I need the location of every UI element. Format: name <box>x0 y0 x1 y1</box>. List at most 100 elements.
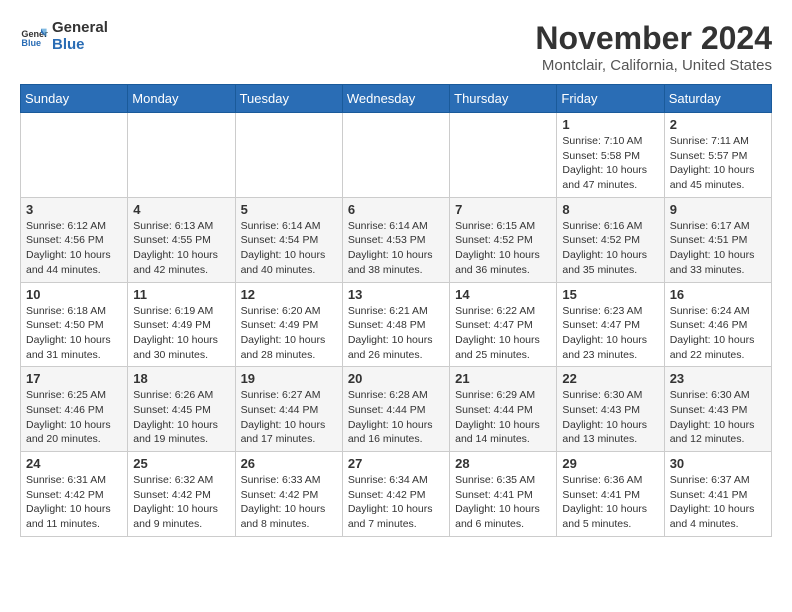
day-number: 16 <box>670 287 766 302</box>
weekday-header-wednesday: Wednesday <box>342 85 449 113</box>
calendar-cell: 2 Sunrise: 7:11 AMSunset: 5:57 PMDaylight… <box>664 113 771 198</box>
day-number: 3 <box>26 202 122 217</box>
day-number: 19 <box>241 371 337 386</box>
day-info: Sunrise: 6:23 AMSunset: 4:47 PMDaylight:… <box>562 304 658 363</box>
day-number: 28 <box>455 456 551 471</box>
day-info: Sunrise: 6:30 AMSunset: 4:43 PMDaylight:… <box>562 388 658 447</box>
weekday-header-row: SundayMondayTuesdayWednesdayThursdayFrid… <box>21 85 772 113</box>
calendar-cell: 14Sunrise: 6:22 AMSunset: 4:47 PMDayligh… <box>450 282 557 367</box>
day-info: Sunrise: 6:33 AMSunset: 4:42 PMDaylight:… <box>241 473 337 532</box>
calendar-cell: 12 Sunrise: 6:20 AMSunset: 4:49 PMDayligh… <box>235 282 342 367</box>
day-number: 26 <box>241 456 337 471</box>
day-number: 5 <box>241 202 337 217</box>
day-info: Sunrise: 6:29 AMSunset: 4:44 PMDaylight:… <box>455 388 551 447</box>
calendar-cell: 11 Sunrise: 6:19 AMSunset: 4:49 PMDayligh… <box>128 282 235 367</box>
day-number: 22 <box>562 371 658 386</box>
day-number: 6 <box>348 202 444 217</box>
day-number: 23 <box>670 371 766 386</box>
week-row-5: 24 Sunrise: 6:31 AMSunset: 4:42 PMDayligh… <box>21 452 772 537</box>
day-number: 12 <box>241 287 337 302</box>
calendar-cell <box>342 113 449 198</box>
calendar-cell: 26 Sunrise: 6:33 AMSunset: 4:42 PMDayligh… <box>235 452 342 537</box>
day-number: 9 <box>670 202 766 217</box>
day-number: 7 <box>455 202 551 217</box>
week-row-2: 3 Sunrise: 6:12 AMSunset: 4:56 PMDaylight… <box>21 197 772 282</box>
calendar-cell <box>235 113 342 198</box>
calendar-cell: 9 Sunrise: 6:17 AMSunset: 4:51 PMDaylight… <box>664 197 771 282</box>
day-info: Sunrise: 6:21 AMSunset: 4:48 PMDaylight:… <box>348 304 444 363</box>
weekday-header-friday: Friday <box>557 85 664 113</box>
day-number: 27 <box>348 456 444 471</box>
day-number: 24 <box>26 456 122 471</box>
day-info: Sunrise: 6:30 AMSunset: 4:43 PMDaylight:… <box>670 388 766 447</box>
calendar-cell: 22 Sunrise: 6:30 AMSunset: 4:43 PMDayligh… <box>557 367 664 452</box>
day-info: Sunrise: 7:10 AMSunset: 5:58 PMDaylight:… <box>562 134 658 193</box>
day-number: 14 <box>455 287 551 302</box>
calendar-cell: 18 Sunrise: 6:26 AMSunset: 4:45 PMDayligh… <box>128 367 235 452</box>
calendar-cell <box>128 113 235 198</box>
calendar-cell: 15Sunrise: 6:23 AMSunset: 4:47 PMDayligh… <box>557 282 664 367</box>
day-number: 8 <box>562 202 658 217</box>
calendar-cell: 6Sunrise: 6:14 AMSunset: 4:53 PMDaylight… <box>342 197 449 282</box>
day-number: 11 <box>133 287 229 302</box>
week-row-1: 1 Sunrise: 7:10 AMSunset: 5:58 PMDaylight… <box>21 113 772 198</box>
weekday-header-sunday: Sunday <box>21 85 128 113</box>
logo-text: General Blue <box>52 20 108 53</box>
day-info: Sunrise: 6:26 AMSunset: 4:45 PMDaylight:… <box>133 388 229 447</box>
day-info: Sunrise: 6:35 AMSunset: 4:41 PMDaylight:… <box>455 473 551 532</box>
day-info: Sunrise: 6:12 AMSunset: 4:56 PMDaylight:… <box>26 219 122 278</box>
day-info: Sunrise: 6:18 AMSunset: 4:50 PMDaylight:… <box>26 304 122 363</box>
weekday-header-saturday: Saturday <box>664 85 771 113</box>
day-info: Sunrise: 6:15 AMSunset: 4:52 PMDaylight:… <box>455 219 551 278</box>
day-number: 4 <box>133 202 229 217</box>
calendar-cell: 10 Sunrise: 6:18 AMSunset: 4:50 PMDayligh… <box>21 282 128 367</box>
day-info: Sunrise: 6:24 AMSunset: 4:46 PMDaylight:… <box>670 304 766 363</box>
day-number: 10 <box>26 287 122 302</box>
calendar-cell: 7 Sunrise: 6:15 AMSunset: 4:52 PMDaylight… <box>450 197 557 282</box>
day-number: 30 <box>670 456 766 471</box>
calendar-cell: 27Sunrise: 6:34 AMSunset: 4:42 PMDayligh… <box>342 452 449 537</box>
calendar-table: SundayMondayTuesdayWednesdayThursdayFrid… <box>20 84 772 537</box>
day-info: Sunrise: 7:11 AMSunset: 5:57 PMDaylight:… <box>670 134 766 193</box>
svg-text:Blue: Blue <box>21 38 41 48</box>
day-info: Sunrise: 6:31 AMSunset: 4:42 PMDaylight:… <box>26 473 122 532</box>
header: General Blue General Blue November 2024 … <box>20 20 772 74</box>
day-info: Sunrise: 6:37 AMSunset: 4:41 PMDaylight:… <box>670 473 766 532</box>
calendar-cell: 4 Sunrise: 6:13 AMSunset: 4:55 PMDaylight… <box>128 197 235 282</box>
calendar-cell <box>21 113 128 198</box>
day-number: 2 <box>670 117 766 132</box>
calendar-cell: 16 Sunrise: 6:24 AMSunset: 4:46 PMDayligh… <box>664 282 771 367</box>
day-info: Sunrise: 6:20 AMSunset: 4:49 PMDaylight:… <box>241 304 337 363</box>
day-number: 20 <box>348 371 444 386</box>
day-info: Sunrise: 6:19 AMSunset: 4:49 PMDaylight:… <box>133 304 229 363</box>
calendar-cell <box>450 113 557 198</box>
calendar-cell: 8Sunrise: 6:16 AMSunset: 4:52 PMDaylight… <box>557 197 664 282</box>
weekday-header-tuesday: Tuesday <box>235 85 342 113</box>
calendar-cell: 23 Sunrise: 6:30 AMSunset: 4:43 PMDayligh… <box>664 367 771 452</box>
day-info: Sunrise: 6:13 AMSunset: 4:55 PMDaylight:… <box>133 219 229 278</box>
day-info: Sunrise: 6:25 AMSunset: 4:46 PMDaylight:… <box>26 388 122 447</box>
week-row-4: 17Sunrise: 6:25 AMSunset: 4:46 PMDayligh… <box>21 367 772 452</box>
calendar-cell: 30 Sunrise: 6:37 AMSunset: 4:41 PMDayligh… <box>664 452 771 537</box>
calendar-cell: 3 Sunrise: 6:12 AMSunset: 4:56 PMDaylight… <box>21 197 128 282</box>
day-number: 25 <box>133 456 229 471</box>
day-number: 1 <box>562 117 658 132</box>
day-number: 18 <box>133 371 229 386</box>
weekday-header-thursday: Thursday <box>450 85 557 113</box>
weekday-header-monday: Monday <box>128 85 235 113</box>
day-info: Sunrise: 6:27 AMSunset: 4:44 PMDaylight:… <box>241 388 337 447</box>
calendar-cell: 24 Sunrise: 6:31 AMSunset: 4:42 PMDayligh… <box>21 452 128 537</box>
month-title: November 2024 <box>535 20 772 57</box>
day-info: Sunrise: 6:14 AMSunset: 4:54 PMDaylight:… <box>241 219 337 278</box>
calendar-cell: 25Sunrise: 6:32 AMSunset: 4:42 PMDayligh… <box>128 452 235 537</box>
location-title: Montclair, California, United States <box>535 57 772 74</box>
calendar-cell: 17Sunrise: 6:25 AMSunset: 4:46 PMDayligh… <box>21 367 128 452</box>
day-number: 21 <box>455 371 551 386</box>
calendar-cell: 5 Sunrise: 6:14 AMSunset: 4:54 PMDaylight… <box>235 197 342 282</box>
calendar-cell: 19 Sunrise: 6:27 AMSunset: 4:44 PMDayligh… <box>235 367 342 452</box>
calendar-cell: 20 Sunrise: 6:28 AMSunset: 4:44 PMDayligh… <box>342 367 449 452</box>
day-info: Sunrise: 6:36 AMSunset: 4:41 PMDaylight:… <box>562 473 658 532</box>
day-info: Sunrise: 6:17 AMSunset: 4:51 PMDaylight:… <box>670 219 766 278</box>
day-info: Sunrise: 6:28 AMSunset: 4:44 PMDaylight:… <box>348 388 444 447</box>
calendar-cell: 21 Sunrise: 6:29 AMSunset: 4:44 PMDayligh… <box>450 367 557 452</box>
